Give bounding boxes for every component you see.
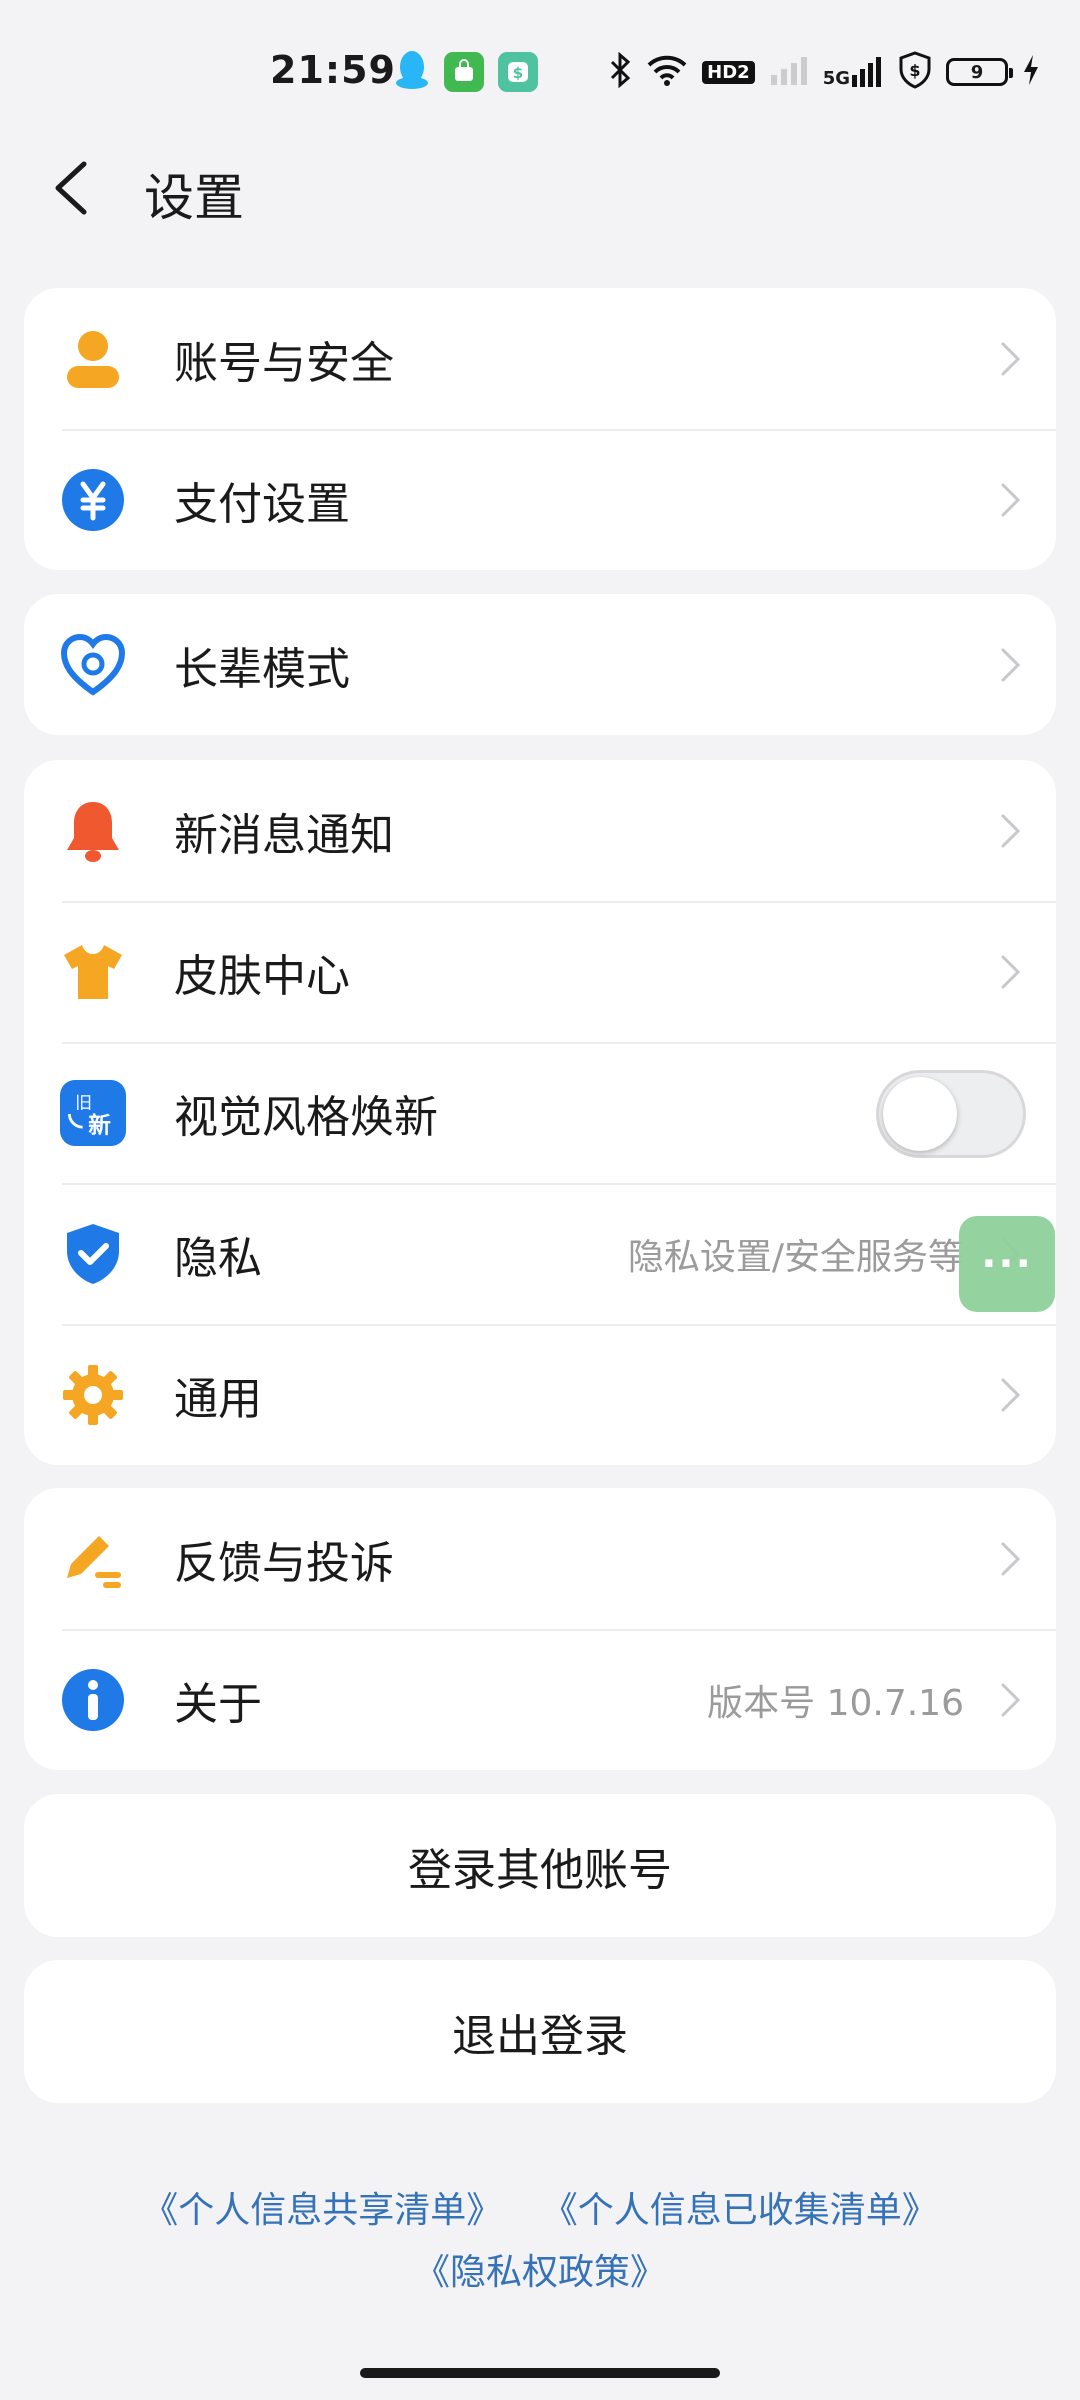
dollar-app-icon: $ xyxy=(498,52,538,92)
settings-item-label: 长辈模式 xyxy=(174,643,350,695)
shared-info-list-link[interactable]: 《个人信息共享清单》 xyxy=(142,2190,502,2231)
chevron-right-icon xyxy=(1001,483,1021,516)
status-time: 21:59 xyxy=(270,48,396,92)
settings-item-label: 通用 xyxy=(174,1373,262,1425)
charging-icon xyxy=(1022,54,1040,90)
logout-button[interactable]: 退出登录 xyxy=(24,1960,1056,2103)
login-other-account-button[interactable]: 登录其他账号 xyxy=(24,1794,1056,1937)
gear-icon xyxy=(60,1362,126,1428)
version-number: 版本号 10.7.16 xyxy=(707,1682,964,1724)
user-icon xyxy=(60,326,126,392)
settings-item-label: 皮肤中心 xyxy=(174,950,350,1002)
settings-item-about[interactable]: 关于 版本号 10.7.16 xyxy=(24,1629,1056,1770)
settings-item-notifications[interactable]: 新消息通知 xyxy=(24,760,1056,901)
chevron-right-icon xyxy=(1001,814,1021,847)
status-bar: 21:59 $ HD2 5G $ 9 xyxy=(0,0,1080,140)
more-dots-icon: ··· xyxy=(981,1241,1033,1287)
heart-icon xyxy=(60,632,126,698)
svg-text:旧: 旧 xyxy=(75,1093,92,1113)
page-header: 设置 xyxy=(0,140,1080,240)
settings-item-skin-center[interactable]: 皮肤中心 xyxy=(24,901,1056,1042)
pen-icon xyxy=(60,1526,126,1592)
settings-item-label: 关于 xyxy=(174,1678,262,1730)
settings-item-label: 支付设置 xyxy=(174,478,350,530)
battery-level: 9 xyxy=(970,61,984,83)
qq-icon xyxy=(394,49,430,95)
settings-item-label: 新消息通知 xyxy=(174,809,394,861)
elder-mode-group: 长辈模式 xyxy=(24,594,1056,735)
privacy-summary: 隐私设置/安全服务等 xyxy=(627,1236,964,1278)
settings-item-visual-style: 旧新 视觉风格焕新 xyxy=(24,1042,1056,1183)
page-title: 设置 xyxy=(144,169,244,227)
settings-item-label: 反馈与投诉 xyxy=(174,1537,394,1589)
general-group: 新消息通知 皮肤中心 旧新 视觉风格焕新 隐私 隐私设置/安全服务等 通用 xyxy=(24,760,1056,1465)
floating-more-button[interactable]: ··· xyxy=(959,1216,1055,1312)
chevron-right-icon xyxy=(1001,648,1021,681)
battery-icon: 9 xyxy=(946,58,1013,86)
tshirt-icon xyxy=(60,939,126,1005)
chevron-right-icon xyxy=(1001,342,1021,375)
settings-item-feedback[interactable]: 反馈与投诉 xyxy=(24,1488,1056,1629)
network-type: 5G xyxy=(822,68,850,89)
toggle-knob xyxy=(883,1077,957,1151)
settings-item-label: 视觉风格焕新 xyxy=(174,1091,438,1143)
system-icons: HD2 5G $ 9 xyxy=(608,50,1040,94)
settings-item-account-security[interactable]: 账号与安全 xyxy=(24,288,1056,429)
back-arrow-icon xyxy=(55,161,87,215)
wifi-icon xyxy=(646,53,688,91)
signal-empty-icon xyxy=(769,53,809,91)
visual-style-toggle[interactable] xyxy=(876,1070,1026,1158)
settings-item-elder-mode[interactable]: 长辈模式 xyxy=(24,594,1056,735)
yen-icon xyxy=(60,467,126,533)
settings-item-general[interactable]: 通用 xyxy=(24,1324,1056,1465)
info-icon xyxy=(60,1667,126,1733)
hd-badge: HD2 xyxy=(702,60,755,84)
security-shield-icon: $ xyxy=(898,51,932,93)
bluetooth-icon xyxy=(608,51,632,92)
shield-icon xyxy=(60,1221,126,1287)
collected-info-list-link[interactable]: 《个人信息已收集清单》 xyxy=(542,2190,938,2231)
home-indicator[interactable] xyxy=(360,2368,720,2378)
settings-item-label: 隐私 xyxy=(174,1232,262,1284)
signal-5g-icon: 5G xyxy=(823,55,884,89)
chevron-right-icon xyxy=(1001,1683,1021,1716)
svg-text:$: $ xyxy=(513,64,523,82)
settings-item-payment[interactable]: 支付设置 xyxy=(24,429,1056,570)
back-button[interactable] xyxy=(46,158,106,218)
settings-item-privacy[interactable]: 隐私 隐私设置/安全服务等 xyxy=(24,1183,1056,1324)
store-app-icon xyxy=(444,52,484,92)
account-group: 账号与安全 支付设置 xyxy=(24,288,1056,570)
chevron-right-icon xyxy=(1001,1378,1021,1411)
refresh-icon: 旧新 xyxy=(60,1080,126,1146)
policy-links: 《个人信息共享清单》 《个人信息已收集清单》 《隐私权政策》 xyxy=(0,2180,1080,2304)
chevron-right-icon xyxy=(1001,1542,1021,1575)
support-group: 反馈与投诉 关于 版本号 10.7.16 xyxy=(24,1488,1056,1770)
svg-text:$: $ xyxy=(909,61,920,80)
svg-text:新: 新 xyxy=(88,1112,111,1139)
privacy-policy-link[interactable]: 《隐私权政策》 xyxy=(414,2252,666,2293)
settings-item-label: 账号与安全 xyxy=(174,337,394,389)
bell-icon xyxy=(60,798,126,864)
notification-icons: $ xyxy=(394,50,538,94)
chevron-right-icon xyxy=(1001,955,1021,988)
